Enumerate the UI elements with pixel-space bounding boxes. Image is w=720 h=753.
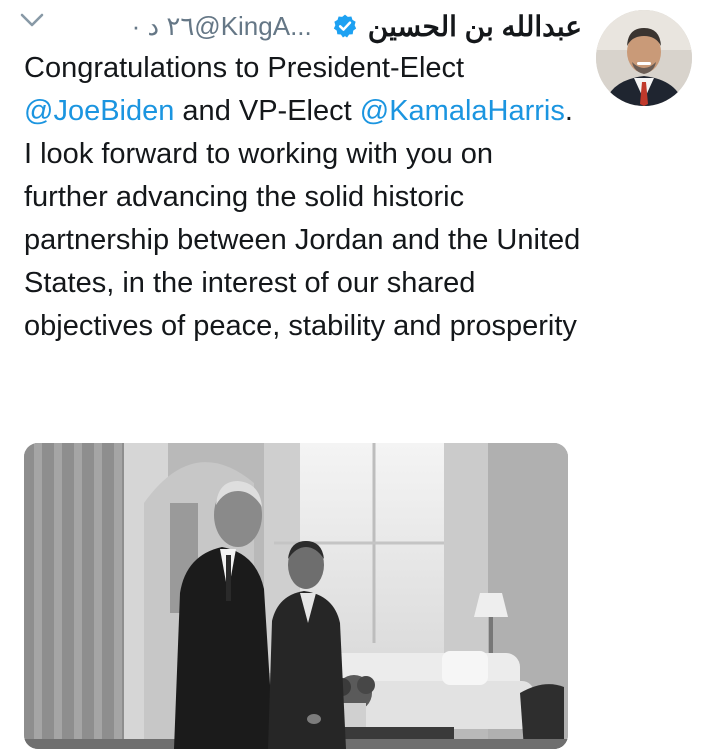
- tweet-timestamp[interactable]: ٢٦ د ·: [132, 11, 195, 42]
- verified-badge-icon: [333, 14, 356, 38]
- author-handle[interactable]: @KingA...: [194, 11, 311, 42]
- author-name[interactable]: عبدالله بن الحسين: [368, 10, 582, 43]
- tweet-text-part: . I look forward to working with you on …: [24, 95, 581, 342]
- tweet-header: ٢٦ د · @KingA... عبدالله بن الحسين: [16, 9, 582, 43]
- tweet-time[interactable]: ٢٦ د: [148, 11, 195, 41]
- tweet-text-part: and VP-Elect: [174, 95, 360, 127]
- avatar-image: [596, 10, 692, 106]
- mention-kamalaharris[interactable]: @KamalaHarris: [360, 95, 565, 127]
- tweet-photo[interactable]: [24, 443, 568, 749]
- tweet-text: Congratulations to President-Elect @JoeB…: [24, 47, 584, 348]
- tweet-text-part: Congratulations to President-Elect: [24, 52, 465, 84]
- mention-joebiden[interactable]: @JoeBiden: [24, 95, 174, 127]
- avatar[interactable]: [596, 10, 692, 106]
- meta-separator: ·: [131, 10, 141, 41]
- photo-image: [24, 443, 568, 749]
